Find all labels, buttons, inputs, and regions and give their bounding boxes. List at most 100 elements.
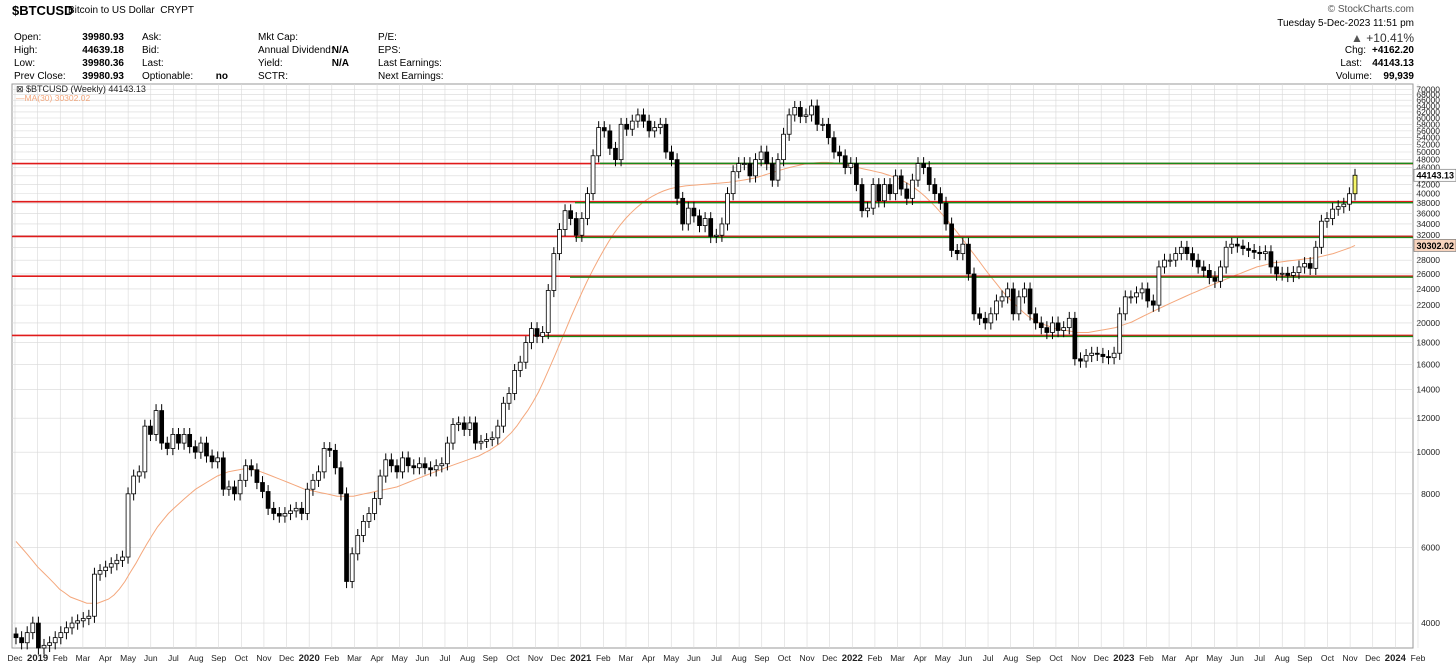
candle-body [1050, 322, 1055, 333]
candle-body [1089, 352, 1095, 356]
candle-body [69, 622, 75, 629]
candle-body [192, 446, 198, 453]
y-tick-label: 6000 [1421, 542, 1440, 552]
candle-body [1352, 174, 1358, 195]
x-tick-label: Jul [983, 653, 994, 663]
x-tick-label: Aug [732, 653, 747, 663]
candle-body [540, 332, 545, 337]
candle-body [837, 151, 842, 157]
x-tick-label: Jul [711, 653, 722, 663]
candle-body [1150, 300, 1156, 306]
x-tick-label: Apr [1185, 653, 1198, 663]
candle-body [1167, 259, 1173, 262]
candle [1117, 307, 1123, 360]
x-tick-label: Dec [1094, 653, 1110, 663]
candle-body [260, 482, 265, 492]
candle-body [1229, 243, 1235, 248]
candle-body [114, 559, 120, 565]
x-tick-label: Aug [1275, 653, 1290, 663]
candle-body [1078, 358, 1083, 362]
candle-body [1302, 263, 1307, 268]
candle-body [691, 207, 697, 217]
candle-body [1330, 208, 1335, 219]
candle-body [702, 218, 708, 226]
candle-body [120, 556, 125, 561]
candle-body [1066, 317, 1072, 329]
last-price-tag: 44143.13 [1416, 171, 1454, 181]
candle-body [220, 457, 226, 490]
candle-body [1156, 266, 1162, 306]
candle [220, 451, 226, 496]
x-tick-label: Oct [1049, 653, 1063, 663]
x-tick-label: Mar [347, 653, 362, 663]
candle [674, 153, 680, 205]
x-tick-label: 2021 [570, 653, 592, 664]
candle-body [248, 465, 254, 471]
candle-body [775, 159, 781, 181]
x-tick-label: Feb [324, 653, 339, 663]
candle-body [943, 202, 949, 225]
candle-body [887, 184, 893, 195]
price-chart[interactable]: 4000 6000 8000 10000 12000 14000 16000 18000 200… [0, 0, 1456, 664]
candle-body [1274, 266, 1279, 275]
candle-body [332, 449, 338, 469]
candle-body [265, 491, 271, 509]
candle-body [842, 155, 848, 168]
x-tick-label: Jul [1254, 653, 1265, 663]
candle-body [831, 137, 837, 153]
y-tick-label: 12000 [1416, 413, 1440, 423]
x-tick-label: Dec [551, 653, 567, 663]
candle-body [624, 123, 630, 130]
candle-body [153, 410, 159, 435]
x-tick-label: 2020 [299, 653, 320, 664]
x-tick-label: Jun [687, 653, 701, 663]
candle-body [736, 163, 742, 173]
x-tick-label: Sep [754, 653, 769, 663]
candle-body [657, 123, 663, 128]
candle-body [523, 342, 529, 363]
candle-body [243, 465, 249, 481]
candle-body [299, 507, 305, 514]
candle-body [1341, 203, 1347, 208]
candle-body [1111, 352, 1117, 359]
x-tick-label: Apr [642, 653, 655, 663]
candle-body [1100, 353, 1106, 357]
candle-body [411, 465, 417, 469]
candle-body [954, 250, 960, 255]
candle-body [601, 127, 607, 132]
candle-body [52, 637, 58, 644]
candle-body [1134, 292, 1139, 298]
candle-body [882, 184, 887, 202]
candle-body [685, 207, 691, 225]
candle-body [1347, 193, 1352, 205]
candle-body [24, 632, 30, 644]
candle-body [226, 486, 232, 490]
candle-body [1307, 263, 1313, 269]
candle [971, 267, 977, 321]
candle-body [198, 442, 204, 453]
y-tick-label: 38000 [1416, 198, 1440, 208]
candle-body [1106, 356, 1111, 359]
candle-body [1201, 266, 1207, 271]
candle-body [568, 210, 574, 219]
candle-body [327, 448, 333, 451]
candle-body [926, 167, 932, 185]
candle-body [1117, 313, 1123, 354]
x-tick-label: Oct [235, 653, 249, 663]
candle-body [1285, 272, 1291, 276]
candle-body [938, 193, 943, 204]
candle-body [405, 457, 411, 467]
candle-body [758, 151, 764, 161]
candle-body [719, 223, 725, 236]
candle-body [344, 493, 349, 582]
x-tick-label: Apr [99, 653, 112, 663]
candle-body [893, 175, 898, 195]
candle-body [949, 223, 954, 251]
candle-body [1263, 251, 1268, 255]
candle-body [276, 513, 282, 517]
candle-body [652, 127, 658, 132]
candle-body [164, 442, 170, 449]
candle-body [865, 207, 870, 212]
candle-body [1190, 253, 1195, 261]
candle-body [797, 107, 803, 117]
